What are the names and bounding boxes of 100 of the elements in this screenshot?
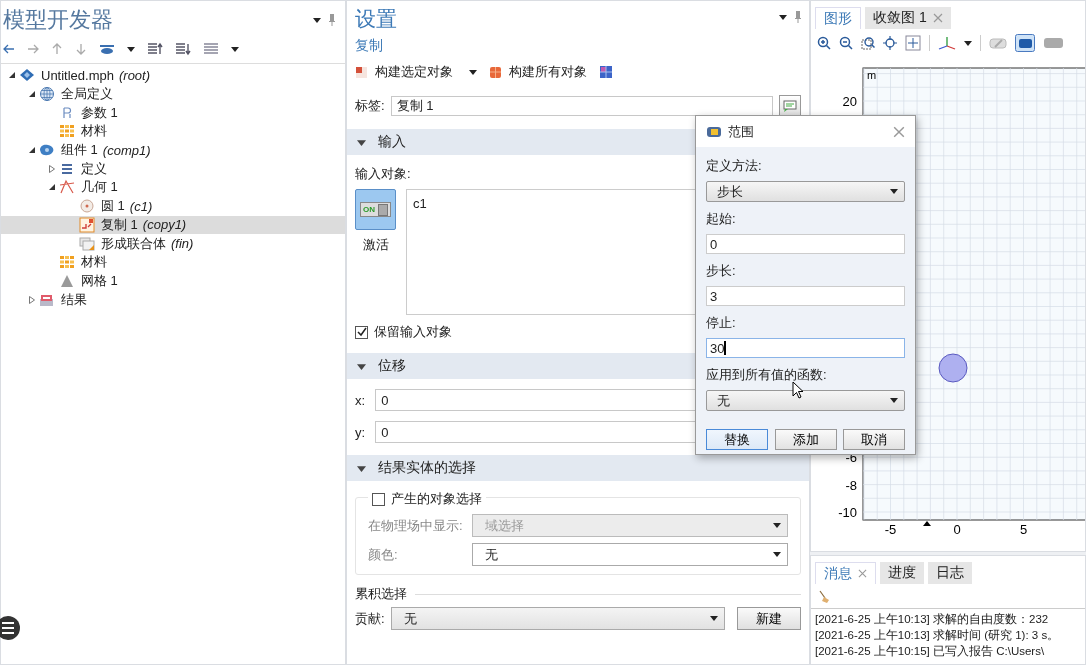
caret-icon — [890, 189, 898, 194]
axis-label: -10 — [838, 505, 857, 520]
dropdown[interactable]: 无 — [472, 543, 788, 566]
caret-icon — [231, 46, 239, 52]
dialog-button[interactable]: 取消 — [843, 429, 905, 450]
broom-icon[interactable] — [819, 590, 831, 604]
copy-icon — [79, 216, 95, 233]
tree-item[interactable]: 复制 1 (copy1) — [1, 215, 345, 235]
menu-icon[interactable] — [0, 615, 21, 641]
extents-icon[interactable] — [905, 35, 921, 51]
tree-label: 结果 — [61, 290, 87, 309]
tree-item[interactable]: 几何 1 — [1, 178, 345, 197]
tree-tag: (fin) — [171, 236, 194, 252]
tree-item[interactable]: 结果 — [1, 290, 345, 309]
collapse-icon[interactable] — [147, 42, 163, 56]
expander-icon[interactable] — [48, 183, 56, 192]
circle-shape[interactable] — [938, 353, 968, 383]
section-title: 结果实体的选择 — [378, 459, 476, 477]
expander-icon[interactable] — [8, 71, 16, 80]
input-field[interactable]: 0 — [706, 234, 905, 254]
dialog-button[interactable]: 添加 — [774, 429, 837, 450]
geometry-icon — [59, 179, 75, 196]
globe-icon — [39, 86, 55, 103]
expander-icon[interactable] — [28, 90, 36, 99]
tab[interactable]: 收敛图 1 — [865, 7, 951, 29]
expander-icon[interactable] — [28, 146, 36, 155]
tree-label: 网格 1 — [81, 271, 118, 290]
comment-icon — [783, 100, 797, 112]
tree-item[interactable]: Untitled.mph (root) — [1, 66, 345, 85]
tree-item[interactable]: 材料 — [1, 122, 345, 141]
material-icon — [59, 123, 75, 140]
field-label: 步长: — [706, 262, 736, 280]
zoom-in-icon[interactable] — [817, 36, 831, 50]
checkbox-label: 产生的对象选择 — [391, 490, 482, 508]
input-field[interactable]: 3 — [706, 286, 905, 306]
tree-item[interactable]: 材料 — [1, 252, 345, 272]
field-label: 在物理场中显示: — [368, 516, 464, 535]
dialog-button[interactable]: 替换 — [706, 429, 768, 450]
dropdown[interactable]: 步长 — [706, 181, 905, 202]
toolbar-button[interactable] — [599, 65, 613, 79]
list-icon[interactable] — [203, 42, 219, 56]
eye-icon[interactable] — [99, 43, 115, 55]
tree-item[interactable]: 参数 1 — [1, 103, 345, 123]
tree-label: 形成联合体 — [101, 234, 166, 253]
tree-item[interactable]: 组件 1 (comp1) — [1, 140, 345, 160]
circle-icon — [79, 198, 95, 215]
tree-item[interactable]: 形成联合体 (fin) — [1, 234, 345, 253]
tab[interactable]: 进度 — [880, 562, 924, 584]
comment-button[interactable] — [779, 95, 801, 117]
tree-tag: (comp1) — [102, 142, 151, 158]
section-header[interactable]: 结果实体的选择 — [347, 455, 809, 481]
axis-label: 0 — [953, 522, 961, 537]
expand-icon[interactable] — [175, 42, 191, 56]
section-title: 位移 — [378, 357, 406, 375]
cursor-icon — [792, 381, 804, 399]
fit-icon[interactable] — [883, 36, 897, 50]
tab[interactable]: 消息 — [815, 562, 876, 584]
tree-tag: (c1) — [129, 198, 153, 214]
checkbox[interactable] — [355, 325, 368, 339]
field-label: 输入对象: — [355, 165, 411, 183]
grid-icon — [599, 65, 613, 79]
arrow-icon[interactable] — [3, 43, 15, 55]
tree-label: 圆 1 — [101, 197, 125, 216]
tree-label: 复制 1 — [101, 215, 138, 234]
zoom-out-icon[interactable] — [839, 36, 853, 50]
expander-icon — [357, 361, 366, 371]
toolbar-button[interactable]: 构建所有对象 — [489, 63, 587, 81]
dropdown[interactable]: 无 — [706, 390, 905, 411]
axis-label: 20 — [842, 94, 857, 109]
panel-title: 模型开发器 — [3, 6, 113, 34]
label-field[interactable]: 复制 1 — [390, 96, 773, 116]
log-line: [2021-6-25 上午10:13] 求解时间 (研究 1): 3 s。 — [815, 628, 1061, 643]
tab[interactable]: 图形 — [815, 7, 861, 29]
tree-tag: (copy1) — [142, 217, 187, 233]
close-icon[interactable] — [858, 569, 867, 578]
axes-icon[interactable] — [938, 36, 956, 50]
build-icon — [355, 65, 369, 79]
close-icon[interactable] — [893, 125, 905, 138]
field-label: x: — [355, 392, 366, 408]
dropdown[interactable]: 无 — [390, 607, 725, 630]
unit-label: m — [867, 69, 877, 81]
field-label: y: — [355, 424, 366, 440]
toolbar-button[interactable]: 构建选定对象 — [355, 63, 477, 81]
view-toggle-icon[interactable] — [1015, 34, 1035, 52]
tree-item[interactable]: 全局定义 — [1, 84, 345, 104]
tree-item[interactable]: 定义 — [1, 159, 345, 179]
pin-icon[interactable] — [329, 14, 335, 26]
pin-icon[interactable] — [795, 11, 801, 23]
tree-item[interactable]: 网格 1 — [1, 271, 345, 291]
new-button[interactable]: 新建 — [737, 607, 801, 630]
zoom-box-icon[interactable] — [861, 36, 875, 50]
field-label: 贡献: — [355, 609, 385, 628]
checkbox[interactable] — [372, 492, 385, 506]
build-icon — [489, 65, 503, 79]
caret-icon — [773, 523, 781, 528]
axis-label: -5 — [884, 522, 897, 537]
tab[interactable]: 日志 — [928, 562, 972, 584]
tree-label: 组件 1 — [61, 141, 98, 160]
tree-item[interactable]: 圆 1 (c1) — [1, 196, 345, 216]
input-field[interactable]: 30 — [706, 338, 905, 358]
